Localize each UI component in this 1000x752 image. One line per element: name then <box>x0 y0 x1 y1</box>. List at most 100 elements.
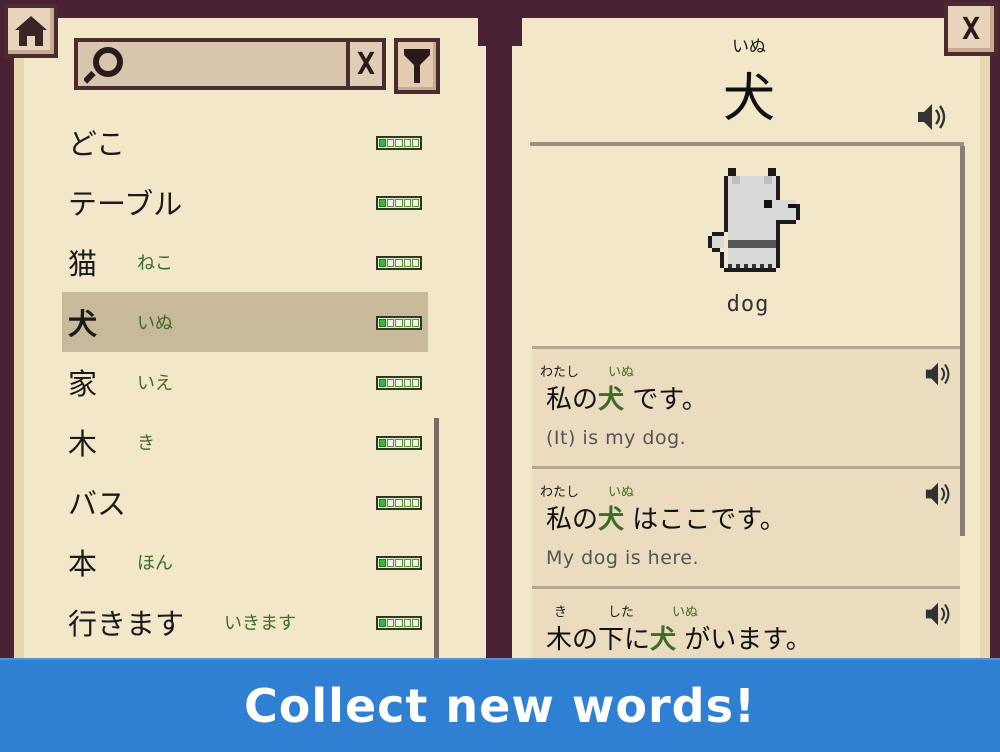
example-furigana: した <box>608 605 635 620</box>
example-furigana: き <box>554 605 568 620</box>
word-list-kanji: 家 <box>68 367 98 401</box>
word-list-scrollbar[interactable] <box>434 418 439 658</box>
progress-segment <box>411 139 420 147</box>
search-icon <box>84 47 123 84</box>
word-kanji: 犬 <box>722 69 775 129</box>
example-furigana-highlight: いぬ <box>608 365 635 380</box>
book-spine <box>486 0 512 750</box>
speaker-icon[interactable] <box>924 481 952 507</box>
example-sentence[interactable]: わたし いぬ 私の犬 はここです。 My dog is here. <box>532 466 960 589</box>
progress-segment <box>403 439 411 447</box>
progress-segment <box>395 139 403 147</box>
progress-segment <box>379 319 387 327</box>
word-list-kanji: 木 <box>68 427 98 461</box>
word-list-item[interactable]: どこ <box>62 112 428 172</box>
progress-segment <box>395 259 403 267</box>
progress-segment <box>395 199 403 207</box>
word-meaning: dog <box>726 292 770 317</box>
word-list-item[interactable]: 木き <box>62 412 428 472</box>
example-japanese: 私の犬 です。 <box>546 385 708 415</box>
word-list-item[interactable]: バス <box>62 472 428 532</box>
progress-segment <box>411 559 420 567</box>
promo-banner: Collect new words! <box>0 658 1000 752</box>
progress-segment <box>411 619 420 627</box>
progress-segment <box>379 499 387 507</box>
clear-search-button[interactable]: X <box>346 38 386 90</box>
word-furigana: いぬ <box>732 37 766 57</box>
progress-segment <box>395 499 403 507</box>
progress-segment <box>387 439 395 447</box>
home-button[interactable] <box>4 4 58 58</box>
spine-top-decoration <box>478 0 522 46</box>
progress-segment <box>379 439 387 447</box>
progress-segment <box>403 199 411 207</box>
progress-segment <box>387 199 395 207</box>
example-japanese: 私の犬 はここです。 <box>546 505 786 535</box>
progress-segment <box>411 319 420 327</box>
mastery-progress-bar <box>376 316 422 330</box>
word-list-reading: いぬ <box>137 313 174 334</box>
word-list-reading: ねこ <box>137 253 174 274</box>
speaker-icon[interactable] <box>924 361 952 387</box>
word-list-item[interactable]: 猫 ねこ <box>62 232 428 292</box>
example-english: (It) is my dog. <box>546 427 687 449</box>
search-input[interactable] <box>130 48 344 82</box>
word-list-item[interactable]: 家 いえ <box>62 352 428 412</box>
progress-segment <box>411 199 420 207</box>
word-list-kanji: バス <box>68 487 127 521</box>
example-furigana-highlight: いぬ <box>608 485 635 500</box>
progress-segment <box>379 379 387 387</box>
word-list-item[interactable]: 行きます いきます <box>62 592 428 652</box>
progress-segment <box>395 559 403 567</box>
word-list-kanji: 犬 <box>68 307 98 341</box>
example-japanese: 木の下に犬 がいます。 <box>546 625 812 655</box>
progress-segment <box>379 199 387 207</box>
progress-segment <box>379 619 387 627</box>
example-furigana: わたし <box>540 365 580 380</box>
example-english: My dog is here. <box>546 547 700 569</box>
word-list-item[interactable]: 犬 いぬ <box>62 292 428 352</box>
filter-button[interactable] <box>394 38 440 94</box>
progress-segment <box>387 619 395 627</box>
promo-banner-text: Collect new words! <box>244 679 756 733</box>
word-list: どこ テーブル猫ねこ犬いぬ家いえ木きバス本ほん 行きます いきます <box>62 112 428 652</box>
example-furigana: わたし <box>540 485 580 500</box>
progress-segment <box>395 619 403 627</box>
dog-image <box>708 168 800 272</box>
word-list-item[interactable]: 本 ほん <box>62 532 428 592</box>
word-list-kanji: どこ <box>68 127 126 161</box>
mastery-progress-bar <box>376 256 422 270</box>
progress-segment <box>387 499 395 507</box>
word-list-kanji: 猫 <box>68 247 98 281</box>
mastery-progress-bar <box>376 616 422 630</box>
close-button[interactable]: X <box>944 2 998 56</box>
example-sentence[interactable]: わたし いぬ 私の犬 です。 (It) is my dog. <box>532 346 960 469</box>
speaker-icon[interactable] <box>916 102 948 132</box>
progress-segment <box>403 559 411 567</box>
progress-segment <box>379 139 387 147</box>
word-list-item[interactable]: テーブル <box>62 172 428 232</box>
mastery-progress-bar <box>376 556 422 570</box>
progress-segment <box>387 559 395 567</box>
progress-segment <box>387 379 395 387</box>
word-list-reading: ほん <box>137 553 174 574</box>
mastery-progress-bar <box>376 376 422 390</box>
speaker-icon[interactable] <box>924 601 952 627</box>
word-list-kanji: テーブル <box>68 187 183 221</box>
word-list-kanji: 行きます <box>68 607 185 641</box>
detail-divider <box>530 142 964 146</box>
progress-segment <box>395 379 403 387</box>
progress-segment <box>411 259 420 267</box>
mastery-progress-bar <box>376 196 422 210</box>
search-bar: X <box>74 38 386 90</box>
detail-scrollbar[interactable] <box>960 146 965 536</box>
mastery-progress-bar <box>376 436 422 450</box>
word-list-reading: き <box>137 433 156 454</box>
progress-segment <box>387 139 395 147</box>
progress-segment <box>403 319 411 327</box>
progress-segment <box>395 319 403 327</box>
progress-segment <box>379 259 387 267</box>
progress-segment <box>403 139 411 147</box>
progress-segment <box>403 379 411 387</box>
progress-segment <box>411 379 420 387</box>
